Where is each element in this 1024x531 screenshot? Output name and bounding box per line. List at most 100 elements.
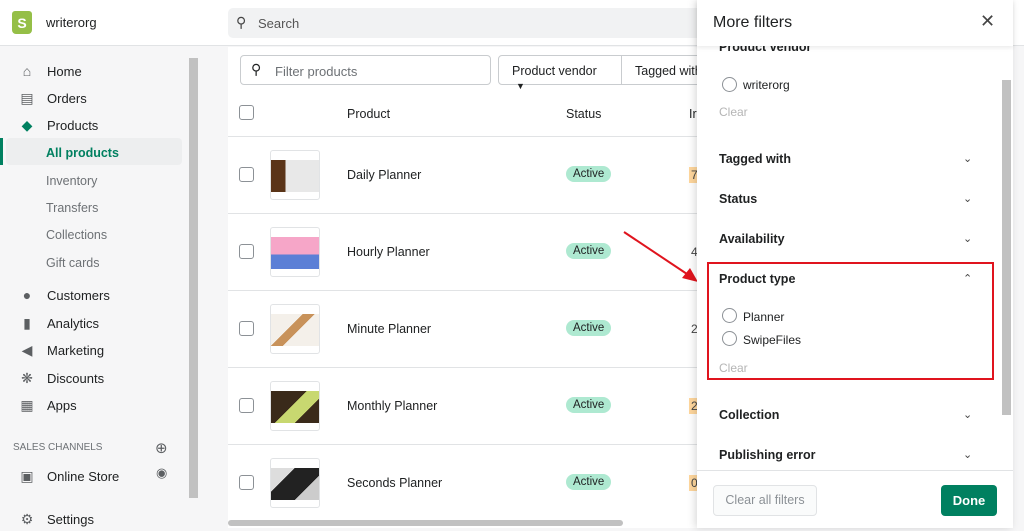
status-badge: Active xyxy=(566,320,612,336)
section-availability[interactable]: Availability xyxy=(719,232,785,246)
clear-product-type-link[interactable]: Clear xyxy=(719,361,748,375)
sidebar-item-orders[interactable]: ▤ Orders xyxy=(0,86,182,110)
panel-title: More filters xyxy=(713,14,793,31)
sidebar-item-discounts[interactable]: ❋ Discounts xyxy=(0,366,182,390)
sales-channels-heading: SALES CHANNELS xyxy=(13,442,103,453)
home-icon: ⌂ xyxy=(22,63,32,79)
shopify-logo-icon[interactable]: S xyxy=(12,11,32,34)
row-checkbox[interactable] xyxy=(239,321,254,336)
product-name[interactable]: Minute Planner xyxy=(347,322,431,336)
sidebar-item-online-store[interactable]: ▣ Online Store xyxy=(0,464,182,488)
select-all-checkbox[interactable] xyxy=(239,105,254,120)
radio-swipefiles[interactable] xyxy=(722,331,737,346)
chevron-up-icon[interactable]: ⌃ xyxy=(963,272,972,285)
product-thumbnail[interactable] xyxy=(270,304,320,354)
discount-icon: ❋ xyxy=(21,369,33,386)
sidebar-item-inventory[interactable]: Inventory xyxy=(46,174,97,188)
section-tagged-with[interactable]: Tagged with xyxy=(719,152,791,166)
label: Marketing xyxy=(47,342,105,358)
sidebar-item-marketing[interactable]: ◀ Marketing xyxy=(0,338,182,362)
search-placeholder: Search xyxy=(258,16,300,31)
status-badge: Active xyxy=(566,166,612,182)
sidebar-item-collections[interactable]: Collections xyxy=(46,228,107,242)
label: Settings xyxy=(47,511,94,527)
clear-all-filters-button[interactable]: Clear all filters xyxy=(713,485,817,516)
column-status[interactable]: Status xyxy=(566,107,601,121)
apps-icon: ▦ xyxy=(20,396,34,413)
status-badge: Active xyxy=(566,243,612,259)
row-divider xyxy=(228,290,697,291)
section-collection[interactable]: Collection xyxy=(719,408,779,422)
sidebar-scrollbar[interactable] xyxy=(189,58,198,498)
more-filters-panel: More filters ✕ Product vendor writerorg … xyxy=(697,0,1013,528)
add-channel-icon[interactable]: ⊕ xyxy=(155,439,168,457)
tagged-with-button[interactable]: Tagged with xyxy=(621,55,697,85)
product-name[interactable]: Monthly Planner xyxy=(347,399,437,413)
chevron-down-icon[interactable]: ⌄ xyxy=(963,152,972,165)
filter-products-input[interactable]: ⚲ Filter products xyxy=(240,55,491,85)
horizontal-scrollbar[interactable] xyxy=(228,520,623,526)
label: Analytics xyxy=(47,315,100,331)
inventory-value: 7 xyxy=(689,167,697,183)
option-label: writerorg xyxy=(743,78,790,92)
sidebar-item-gift-cards[interactable]: Gift cards xyxy=(46,256,100,270)
gear-icon: ⚙ xyxy=(20,510,34,527)
column-product[interactable]: Product xyxy=(347,107,390,121)
filter-placeholder: Filter products xyxy=(275,64,358,79)
product-thumbnail[interactable] xyxy=(270,150,320,200)
product-name[interactable]: Seconds Planner xyxy=(347,476,442,490)
radio-planner[interactable] xyxy=(722,308,737,323)
sidebar-item-analytics[interactable]: ▮ Analytics xyxy=(0,311,182,335)
search-input[interactable]: ⚲ Search xyxy=(228,8,728,38)
panel-header: More filters ✕ xyxy=(697,0,1013,46)
row-checkbox[interactable] xyxy=(239,244,254,259)
inventory-value: 2 xyxy=(691,322,697,336)
sidebar-item-customers[interactable]: ● Customers xyxy=(0,283,182,307)
inventory-value: 0 xyxy=(689,475,697,491)
clear-vendor-link[interactable]: Clear xyxy=(719,105,748,119)
sidebar-item-all-products[interactable]: All products xyxy=(46,146,119,160)
product-thumbnail[interactable] xyxy=(270,381,320,431)
section-status[interactable]: Status xyxy=(719,192,757,206)
chevron-down-icon[interactable]: ⌄ xyxy=(963,448,972,461)
done-button[interactable]: Done xyxy=(941,485,997,516)
row-divider xyxy=(228,136,697,137)
row-divider xyxy=(228,444,697,445)
sidebar: ⌂ Home ▤ Orders ◆ Products All products Inv… xyxy=(0,47,200,528)
sidebar-item-transfers[interactable]: Transfers xyxy=(46,201,98,215)
product-thumbnail[interactable] xyxy=(270,227,320,277)
section-product-type[interactable]: Product type xyxy=(719,272,795,286)
product-name[interactable]: Daily Planner xyxy=(347,168,421,182)
product-thumbnail[interactable] xyxy=(270,458,320,508)
chevron-down-icon[interactable]: ⌄ xyxy=(963,232,972,245)
orders-icon: ▤ xyxy=(20,89,34,106)
row-checkbox[interactable] xyxy=(239,167,254,182)
megaphone-icon: ◀ xyxy=(21,341,33,358)
chevron-down-icon[interactable]: ⌄ xyxy=(963,192,972,205)
label: Products xyxy=(47,117,99,133)
caret-down-icon: ▼ xyxy=(516,81,525,91)
option-label: SwipeFiles xyxy=(743,333,802,347)
row-divider xyxy=(228,367,697,368)
radio-writerorg[interactable] xyxy=(722,77,737,92)
sidebar-item-products[interactable]: ◆ Products xyxy=(0,113,182,137)
panel-scrollbar[interactable] xyxy=(1002,80,1011,415)
sidebar-item-settings[interactable]: ⚙ Settings xyxy=(0,507,182,531)
tag-icon: ◆ xyxy=(21,116,33,133)
product-vendor-button[interactable]: Product vendor ▼ xyxy=(498,55,622,91)
chevron-down-icon[interactable]: ⌄ xyxy=(963,408,972,421)
store-name[interactable]: writerorg xyxy=(46,15,97,30)
close-icon[interactable]: ✕ xyxy=(980,11,995,32)
row-checkbox[interactable] xyxy=(239,475,254,490)
sidebar-item-home[interactable]: ⌂ Home xyxy=(0,59,182,83)
section-publishing-error[interactable]: Publishing error xyxy=(719,448,816,462)
bar-chart-icon: ▮ xyxy=(23,314,31,331)
row-checkbox[interactable] xyxy=(239,398,254,413)
eye-icon[interactable]: ◉ xyxy=(156,465,167,481)
product-name[interactable]: Hourly Planner xyxy=(347,245,430,259)
row-divider xyxy=(228,213,697,214)
section-product-vendor[interactable]: Product vendor xyxy=(719,46,811,54)
search-icon: ⚲ xyxy=(251,61,262,77)
column-inventory[interactable]: Ir xyxy=(689,107,697,121)
sidebar-item-apps[interactable]: ▦ Apps xyxy=(0,393,182,417)
